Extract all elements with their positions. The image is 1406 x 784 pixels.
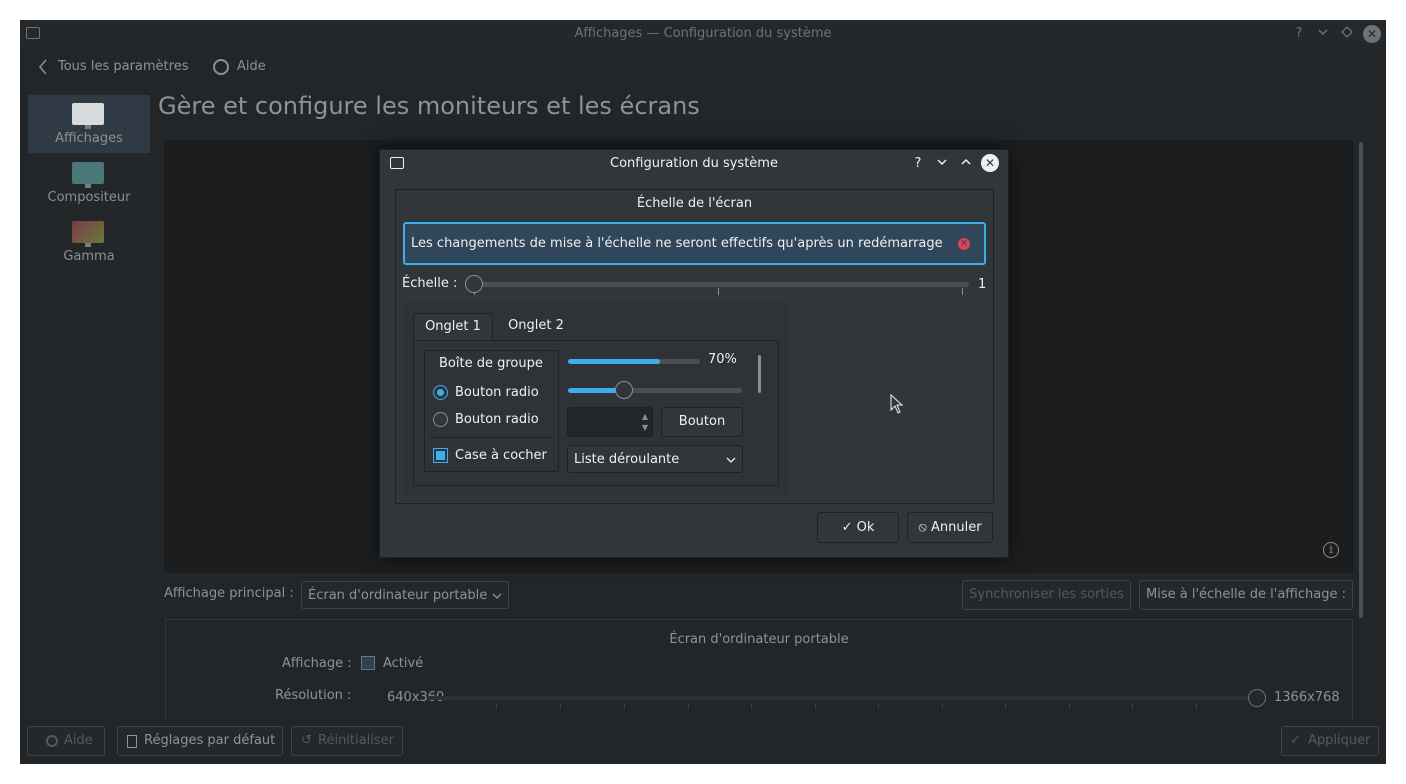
mouse-cursor-icon	[890, 394, 904, 414]
checkbox[interactable]	[433, 448, 448, 463]
apply-label: Appliquer	[1308, 733, 1371, 748]
progress-bar	[568, 359, 700, 364]
check-icon: ✓	[841, 520, 853, 535]
scale-frame: Échelle de l'écran Les changements de mi…	[395, 189, 994, 504]
help-icon[interactable]: ?	[1291, 26, 1307, 42]
scale-label: Échelle :	[402, 276, 458, 291]
tab-onglet-1[interactable]: Onglet 1	[413, 313, 493, 341]
gamma-icon	[72, 221, 104, 247]
primary-display-label: Affichage principal :	[164, 586, 294, 601]
scale-slider-handle[interactable]	[465, 275, 483, 293]
sidebar-item-affichages[interactable]: Affichages	[28, 95, 150, 153]
preview-widgets: Onglet 1 Onglet 2 Boîte de groupe Bouton…	[402, 302, 790, 496]
sidebar: Affichages Compositeur Gamma	[28, 95, 150, 715]
help-icon[interactable]: ?	[910, 156, 926, 172]
help-label: Aide	[237, 59, 266, 74]
reset-label: Réinitialiser	[318, 733, 394, 748]
maximize-icon[interactable]	[958, 156, 974, 172]
display-enabled-label: Affichage :	[282, 656, 352, 671]
close-message-icon[interactable]: ✕	[958, 238, 970, 250]
ok-label: Ok	[856, 520, 875, 535]
scale-dialog: Configuration du système ? ✕ Échelle de …	[379, 149, 1009, 558]
checkbox-label: Case à cocher	[455, 448, 547, 463]
apply-button[interactable]: ✓ Appliquer	[1281, 726, 1379, 756]
chevron-down-icon	[726, 457, 736, 463]
lifebuoy-icon	[213, 59, 229, 75]
cancel-icon: ⦸	[918, 520, 927, 535]
defaults-label: Réglages par défaut	[144, 733, 276, 748]
footer-help-label: Aide	[64, 733, 93, 748]
resolution-max-label: 1366x768	[1274, 690, 1340, 705]
groupbox-title: Boîte de groupe	[439, 356, 543, 371]
sidebar-item-label: Affichages	[55, 131, 123, 146]
scale-value: 1	[978, 277, 987, 292]
cancel-button[interactable]: ⦸ Annuler	[907, 512, 993, 543]
spinbox[interactable]: ▲ ▼	[567, 407, 653, 437]
minimize-icon[interactable]	[934, 156, 950, 172]
restart-message: Les changements de mise à l'échelle ne s…	[403, 222, 986, 265]
defaults-button[interactable]: Réglages par défaut	[117, 726, 283, 756]
chevron-down-icon	[492, 593, 502, 599]
level-slider[interactable]	[568, 388, 742, 393]
frame-title: Échelle de l'écran	[636, 196, 753, 211]
cancel-label: Annuler	[931, 520, 982, 535]
dropdown-list[interactable]: Liste déroulante	[567, 445, 743, 473]
dropdown-value: Liste déroulante	[574, 452, 680, 467]
primary-display-select[interactable]: Écran d'ordinateur portable	[301, 581, 509, 609]
divider	[431, 437, 552, 438]
system-settings-window: Affichages — Configuration du système ? …	[20, 20, 1386, 764]
minimize-icon[interactable]	[1315, 26, 1331, 42]
document-icon	[127, 735, 137, 748]
radio-label-1: Bouton radio	[455, 385, 539, 400]
tab-panel: Boîte de groupe Bouton radio Bouton radi…	[413, 340, 779, 486]
main-scrollbar[interactable]	[1359, 142, 1363, 618]
radio-button-1[interactable]	[433, 385, 448, 400]
message-text: Les changements de mise à l'échelle ne s…	[411, 236, 943, 251]
output-settings-frame: Écran d'ordinateur portable	[165, 619, 1353, 729]
generic-button[interactable]: Bouton	[661, 407, 743, 437]
progress-fill	[568, 359, 661, 364]
compositor-icon	[72, 162, 104, 188]
close-icon[interactable]: ✕	[981, 154, 999, 172]
sidebar-item-compositeur[interactable]: Compositeur	[28, 154, 150, 212]
display-scaling-button[interactable]: Mise à l'échelle de l'affichage :	[1139, 580, 1353, 610]
ok-button[interactable]: ✓ Ok	[817, 512, 899, 543]
radio-label-2: Bouton radio	[455, 412, 539, 427]
sidebar-item-label: Gamma	[63, 249, 115, 264]
reset-button[interactable]: ↺ Réinitialiser	[291, 726, 403, 756]
radio-button-2[interactable]	[433, 412, 448, 427]
output-title: Écran d'ordinateur portable	[669, 632, 849, 647]
chevron-down-icon[interactable]: ▼	[642, 423, 648, 432]
check-icon: ✓	[1290, 733, 1301, 748]
sidebar-item-gamma[interactable]: Gamma	[28, 213, 150, 271]
window-title: Affichages — Configuration du système	[574, 26, 832, 41]
vertical-scrollbar[interactable]	[758, 355, 761, 393]
monitor-icon	[72, 103, 104, 129]
resolution-slider-handle[interactable]	[1248, 689, 1266, 707]
footer-bar: Aide Réglages par défaut ↺ Réinitialiser…	[20, 720, 1386, 764]
scale-slider[interactable]	[474, 282, 969, 287]
chevron-up-icon[interactable]: ▲	[642, 412, 648, 421]
progress-label: 70%	[708, 352, 737, 367]
tab-onglet-2[interactable]: Onglet 2	[496, 313, 576, 341]
resolution-label: Résolution :	[275, 688, 352, 703]
groupbox: Boîte de groupe Bouton radio Bouton radi…	[424, 350, 559, 472]
back-label: Tous les paramètres	[58, 59, 189, 74]
page-title: Gère et configure les moniteurs et les é…	[158, 92, 700, 120]
sync-outputs-button[interactable]: Synchroniser les sorties	[962, 580, 1131, 610]
footer-help-button[interactable]: Aide	[27, 726, 105, 756]
sidebar-item-label: Compositeur	[47, 190, 131, 205]
dialog-titlebar: Configuration du système ? ✕	[380, 150, 1008, 178]
level-slider-handle[interactable]	[614, 381, 633, 399]
undo-icon: ↺	[301, 733, 312, 748]
primary-display-value: Écran d'ordinateur portable	[308, 588, 488, 603]
lifebuoy-icon	[46, 735, 58, 747]
enabled-label: Activé	[383, 656, 424, 671]
info-icon[interactable]: i	[1323, 542, 1339, 558]
resolution-slider[interactable]	[427, 696, 1259, 700]
enabled-checkbox[interactable]	[361, 656, 375, 670]
window-titlebar: Affichages — Configuration du système ? …	[20, 20, 1386, 48]
maximize-icon[interactable]	[1339, 26, 1355, 42]
close-icon[interactable]: ✕	[1363, 25, 1381, 43]
